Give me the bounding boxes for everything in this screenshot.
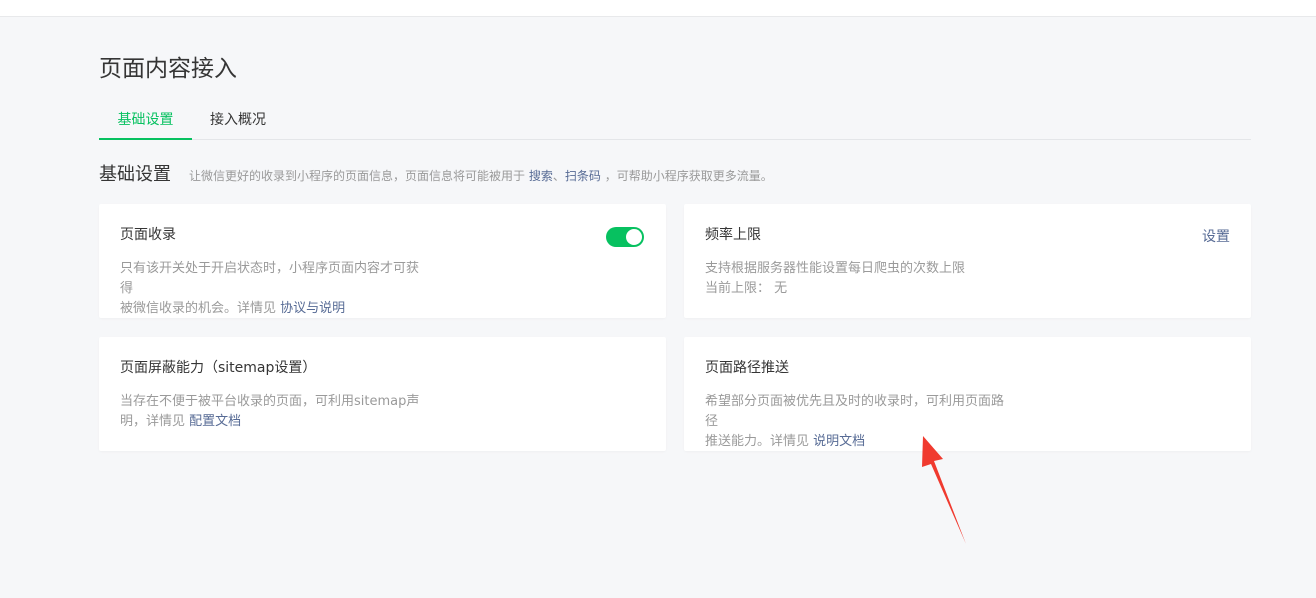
toggle-knob bbox=[626, 229, 642, 245]
rate-limit-title: 频率上限 bbox=[705, 227, 761, 243]
page-index-desc-line2: 被微信收录的机会。详情见 协议与说明 bbox=[120, 299, 420, 319]
path-push-title: 页面路径推送 bbox=[705, 360, 789, 376]
rate-limit-card: 频率上限 设置 支持根据服务器性能设置每日爬虫的次数上限 当前上限： 无 bbox=[684, 204, 1251, 318]
page-index-card: 页面收录 只有该开关处于开启状态时，小程序页面内容才可获得 被微信收录的机会。详… bbox=[99, 204, 666, 318]
tab-bar: 基础设置 接入概况 bbox=[99, 104, 1251, 140]
agreement-link[interactable]: 协议与说明 bbox=[280, 301, 345, 316]
section-title: 基础设置 bbox=[99, 164, 171, 185]
sitemap-card: 页面屏蔽能力（sitemap设置） 当存在不便于被平台收录的页面，可利用site… bbox=[99, 337, 666, 451]
page-index-description: 只有该开关处于开启状态时，小程序页面内容才可获得 被微信收录的机会。详情见 协议… bbox=[120, 259, 420, 319]
rate-limit-current: 当前上限： 无 bbox=[705, 279, 1005, 299]
search-link[interactable]: 搜索 bbox=[529, 169, 553, 183]
page-title: 页面内容接入 bbox=[99, 56, 237, 82]
tab-overview[interactable]: 接入概况 bbox=[196, 104, 280, 139]
rate-limit-settings-link[interactable]: 设置 bbox=[1202, 226, 1230, 246]
section-desc-prefix: 让微信更好的收录到小程序的页面信息，页面信息将可能被用于 bbox=[189, 169, 526, 183]
annotation-arrow-icon bbox=[922, 436, 966, 544]
scan-code-link[interactable]: 扫条码 bbox=[565, 169, 601, 183]
path-push-desc-prefix: 推送能力。详情见 bbox=[705, 434, 814, 449]
config-doc-link[interactable]: 配置文档 bbox=[189, 414, 241, 429]
guide-doc-link[interactable]: 说明文档 bbox=[813, 434, 865, 449]
rate-limit-value: 无 bbox=[774, 281, 788, 296]
rate-limit-description: 支持根据服务器性能设置每日爬虫的次数上限 当前上限： 无 bbox=[705, 259, 1005, 299]
section-description: 让微信更好的收录到小程序的页面信息，页面信息将可能被用于 搜索、扫条码 ，可帮助… bbox=[189, 167, 773, 184]
page-index-title: 页面收录 bbox=[120, 227, 176, 243]
top-bar bbox=[0, 0, 1316, 17]
page-index-toggle[interactable] bbox=[606, 227, 644, 247]
sitemap-desc-line2: 明，详情见 配置文档 bbox=[120, 412, 420, 432]
page-index-desc-line1: 只有该开关处于开启状态时，小程序页面内容才可获得 bbox=[120, 261, 420, 296]
rate-limit-desc-line1: 支持根据服务器性能设置每日爬虫的次数上限 bbox=[705, 261, 966, 276]
sitemap-desc-line1: 当存在不便于被平台收录的页面，可利用sitemap声 bbox=[120, 394, 420, 409]
rate-limit-label: 当前上限： bbox=[705, 281, 771, 296]
sitemap-description: 当存在不便于被平台收录的页面，可利用sitemap声 明，详情见 配置文档 bbox=[120, 392, 420, 432]
sitemap-title: 页面屏蔽能力（sitemap设置） bbox=[120, 360, 317, 376]
section-header: 基础设置 让微信更好的收录到小程序的页面信息，页面信息将可能被用于 搜索、扫条码… bbox=[99, 160, 773, 186]
section-desc-suffix: ，可帮助小程序获取更多流量。 bbox=[604, 169, 773, 183]
section-desc-separator: 、 bbox=[552, 169, 565, 183]
sitemap-desc-prefix: 明，详情见 bbox=[120, 414, 190, 429]
page-index-desc-prefix: 被微信收录的机会。详情见 bbox=[120, 301, 281, 316]
tab-basic-settings[interactable]: 基础设置 bbox=[99, 104, 192, 140]
